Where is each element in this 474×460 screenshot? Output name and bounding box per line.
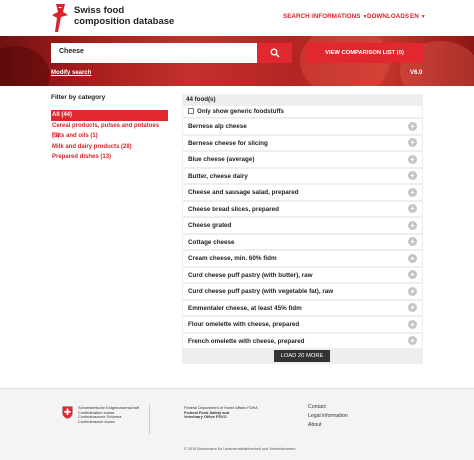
nav-search[interactable]: SEARCH	[283, 13, 310, 20]
filter-title: Filter by category	[51, 94, 106, 101]
search-input[interactable]: Cheese	[51, 43, 257, 63]
view-comparison-button[interactable]: VIEW COMPARISON LIST (0)	[306, 43, 423, 63]
result-count: 44 food(s)	[186, 96, 216, 103]
generic-checkbox[interactable]	[188, 108, 194, 114]
list-item[interactable]: Cream cheese, min. 60% fidm +	[183, 251, 422, 266]
plus-icon[interactable]: +	[408, 336, 417, 345]
nav-informations[interactable]: INFORMATIONS ▼	[312, 13, 368, 20]
chevron-down-icon: ▼	[420, 14, 426, 20]
list-item[interactable]: French omelette with cheese, prepared +	[183, 333, 422, 348]
site-title-line1: Swiss food	[74, 5, 125, 16]
list-item[interactable]: Cottage cheese +	[183, 234, 422, 249]
food-list: Bernese alp cheese + Bernese cheese for s…	[183, 119, 422, 350]
plus-icon[interactable]: +	[408, 270, 417, 279]
food-name: Blue cheese (average)	[188, 156, 255, 163]
search-button[interactable]	[257, 43, 292, 63]
fdha-line3: Veterinary Office FSVO	[184, 414, 227, 420]
food-name: Butter, cheese dairy	[188, 172, 248, 180]
nav-downloads[interactable]: DOWNLOADS	[367, 13, 409, 20]
top-bar: Swiss food composition database SEARCH I…	[0, 0, 474, 36]
generic-checkbox-label: Only show generic foodstuffs	[197, 108, 284, 115]
list-item[interactable]: Bernese alp cheese +	[183, 119, 422, 134]
footer-link-about[interactable]: About	[308, 421, 348, 430]
food-name: French omelette with cheese, prepared	[188, 337, 305, 345]
fdha-text: Federal Department of Home Affairs FDHA …	[184, 405, 258, 420]
load-more-button[interactable]: LOAD 20 MORE	[274, 350, 330, 362]
plus-icon[interactable]: +	[408, 237, 417, 246]
food-name: Cheese grated	[188, 222, 232, 229]
footer-links: Contact Legal information About	[308, 403, 348, 430]
food-name: Curd cheese puff pastry (with vegetable …	[188, 288, 334, 295]
confederation-text: Schweizerische Eidgenossenschaft Confédé…	[78, 405, 139, 425]
category-item-fats[interactable]: Fats and oils (1)	[51, 131, 168, 142]
site-title[interactable]: Swiss food composition database	[74, 5, 175, 27]
plus-icon[interactable]: +	[408, 121, 417, 131]
list-item[interactable]: Butter, cheese dairy +	[183, 168, 422, 183]
list-item[interactable]: Cheese and sausage salad, prepared +	[183, 185, 422, 200]
plus-icon[interactable]: +	[408, 303, 417, 312]
plus-icon[interactable]: +	[408, 187, 417, 197]
food-name: Flour omelette with cheese, prepared	[188, 321, 300, 328]
food-name: Bernese alp cheese	[188, 123, 247, 130]
list-item[interactable]: Curd cheese puff pastry (with butter), r…	[183, 267, 422, 282]
swiss-shield-icon	[62, 406, 73, 419]
food-name: Cream cheese, min. 60% fidm	[188, 255, 277, 262]
plus-icon[interactable]: +	[408, 286, 417, 296]
category-item-milk[interactable]: Milk and dairy products (28)	[51, 142, 168, 153]
list-item[interactable]: Flour omelette with cheese, prepared +	[183, 317, 422, 332]
modify-search-link[interactable]: Modify search	[51, 70, 91, 76]
search-input-value: Cheese	[59, 48, 84, 55]
footer-link-legal[interactable]: Legal information	[308, 412, 348, 421]
footer-link-contact[interactable]: Contact	[308, 403, 348, 412]
food-name: Curd cheese puff pastry (with butter), r…	[188, 271, 313, 279]
plus-icon[interactable]: +	[408, 204, 417, 213]
food-name: Emmentaler cheese, at least 45% fidm	[188, 304, 302, 312]
food-name: Bernese cheese for slicing	[188, 139, 268, 147]
version-label: V6.0	[410, 70, 423, 76]
food-name: Cheese and sausage salad, prepared	[188, 189, 299, 196]
list-item[interactable]: Cheese bread slices, prepared +	[183, 201, 422, 216]
language-selector[interactable]: EN ▼	[410, 13, 426, 20]
list-item[interactable]: Bernese cheese for slicing +	[183, 135, 422, 150]
plus-icon[interactable]: +	[408, 138, 417, 147]
plus-icon[interactable]: +	[408, 253, 417, 263]
food-name: Cheese bread slices, prepared	[188, 205, 280, 213]
list-item[interactable]: Emmentaler cheese, at least 45% fidm +	[183, 300, 422, 315]
list-item[interactable]: Blue cheese (average) +	[183, 152, 422, 167]
logo-icon[interactable]	[50, 3, 70, 33]
generic-filter-row[interactable]: Only show generic foodstuffs	[183, 106, 422, 117]
category-item-cereal[interactable]: Cereal products, pulses and potatoes (3)	[51, 121, 168, 140]
copyright: © 2019 Bundesamt für Lebensmittelsicherh…	[184, 447, 297, 451]
search-banner: Cheese VIEW COMPARISON LIST (0) Modify s…	[0, 36, 474, 86]
plus-icon[interactable]: +	[408, 319, 417, 329]
plus-icon[interactable]: +	[408, 220, 417, 230]
search-icon	[270, 48, 280, 58]
category-list: All (44) Cereal products, pulses and pot…	[51, 110, 168, 163]
list-item[interactable]: Cheese grated +	[183, 218, 422, 233]
category-item-all[interactable]: All (44)	[51, 110, 168, 121]
nav-informations-label: INFORMATIONS	[312, 13, 361, 20]
footer-divider	[149, 404, 150, 434]
food-name: Cottage cheese	[188, 238, 235, 246]
site-title-line2: composition database	[74, 15, 175, 27]
category-item-prepared[interactable]: Prepared dishes (13)	[51, 152, 168, 163]
confed-line: Confederaziun svizra	[78, 419, 115, 425]
list-item[interactable]: Curd cheese puff pastry (with vegetable …	[183, 284, 422, 299]
plus-icon[interactable]: +	[408, 171, 417, 180]
plus-icon[interactable]: +	[408, 154, 417, 164]
language-label: EN	[410, 13, 419, 20]
